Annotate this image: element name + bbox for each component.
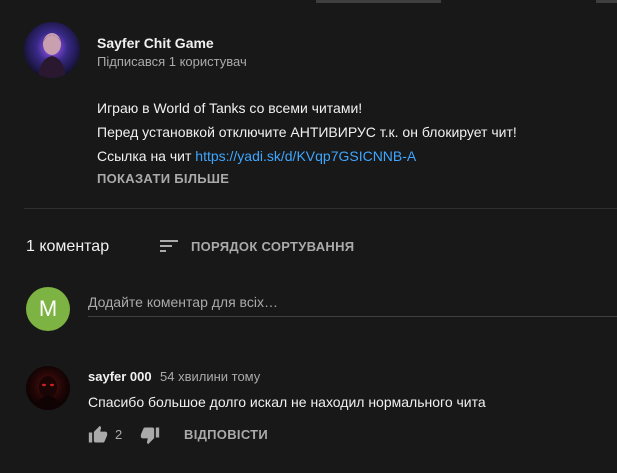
description-line: Перед установкой отключите АНТИВИРУС т.к… (97, 124, 517, 140)
video-description-page: Sayfer Chit Game Підписався 1 користувач… (0, 0, 617, 473)
comment-timestamp[interactable]: 54 хвилини тому (160, 369, 260, 384)
description-line: Играю в World of Tanks со всеми читами! (97, 100, 363, 116)
dislike-button[interactable] (140, 425, 160, 445)
comment-author[interactable]: sayfer 000 (88, 369, 152, 384)
sort-label: ПОРЯДОК СОРТУВАННЯ (191, 238, 355, 254)
channel-name[interactable]: Sayfer Chit Game (97, 35, 214, 51)
like-count: 2 (115, 427, 123, 442)
subscriber-count: Підписався 1 користувач (97, 54, 247, 69)
description-link-prefix: Ссылка на чит (97, 148, 196, 164)
thumbs-down-icon (140, 427, 160, 445)
comment-count: 1 коментар (26, 238, 110, 255)
sort-comments-button[interactable]: ПОРЯДОК СОРТУВАННЯ (157, 234, 354, 258)
show-more-button[interactable]: ПОКАЗАТИ БІЛЬШЕ (97, 171, 229, 186)
tab-underline-secondary (596, 0, 617, 3)
section-divider (24, 208, 617, 209)
sort-icon (157, 234, 181, 258)
comment-text: Спасибо большое долго искал не находил н… (88, 394, 486, 410)
video-description: Играю в World of Tanks со всеми читами! … (97, 96, 517, 168)
thumbs-up-icon (88, 425, 108, 443)
tab-underline (316, 0, 441, 3)
current-user-avatar[interactable]: M (26, 287, 70, 331)
commenter-avatar[interactable] (26, 366, 70, 410)
description-link[interactable]: https://yadi.sk/d/KVqp7GSICNNB-A (195, 148, 416, 164)
like-button[interactable] (88, 425, 108, 445)
reply-button[interactable]: ВІДПОВІСТИ (184, 427, 268, 442)
add-comment-input[interactable] (88, 288, 617, 317)
channel-avatar[interactable] (24, 22, 80, 78)
description-line: Ссылка на чит https://yadi.sk/d/KVqp7GSI… (97, 144, 517, 168)
